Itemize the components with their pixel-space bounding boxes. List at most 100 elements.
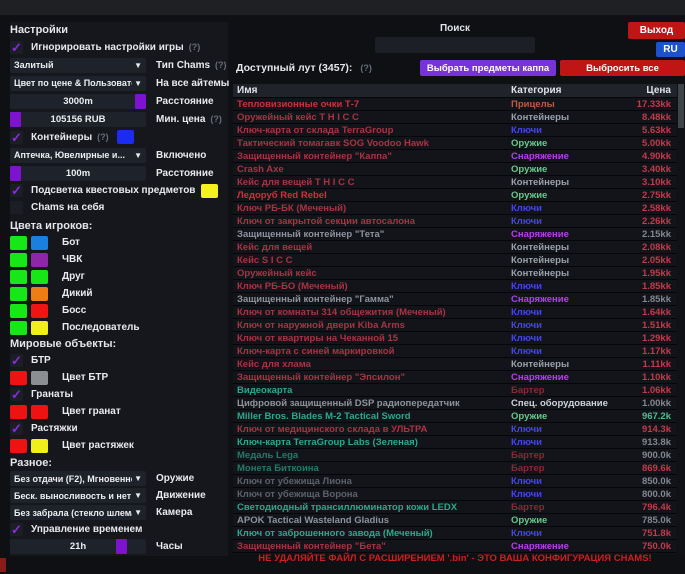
select-kappa-items-button[interactable]: Выбрать предметы каппа — [420, 60, 556, 76]
table-row[interactable]: Защищенный контейнер "Тета"Снаряжение2.1… — [233, 228, 677, 241]
table-row[interactable]: Оружейный кейсКонтейнеры1.95kk — [233, 267, 677, 280]
containers-row[interactable]: ✓ Контейнеры (?) — [10, 128, 228, 146]
table-row[interactable]: Защищенный контейнер "Эпсилон"Снаряжение… — [233, 371, 677, 384]
chams-type-dropdown[interactable]: Залитый ▼ — [10, 58, 146, 73]
hours-slider[interactable]: 21h — [10, 539, 146, 554]
btr-color-swatch-2[interactable] — [31, 371, 48, 385]
scrollbar-thumb[interactable] — [678, 84, 684, 128]
table-row[interactable]: Защищенный контейнер "Гамма"Снаряжение1.… — [233, 293, 677, 306]
table-row[interactable]: Ключ-карта от склада TerraGroupКлючи5.63… — [233, 124, 677, 137]
table-row[interactable]: Ключ от заброшенного завода (Меченый)Клю… — [233, 527, 677, 540]
weapon-dropdown[interactable]: Без отдачи (F2), Мгновенное п ▼ — [10, 471, 146, 486]
slider-handle[interactable] — [10, 112, 21, 127]
table-row[interactable]: Кейс S I C CКонтейнеры2.05kk — [233, 254, 677, 267]
checkbox-unchecked-icon[interactable]: ✓ — [10, 201, 23, 214]
player-color-swatch-1[interactable] — [10, 304, 27, 318]
min-price-slider[interactable]: 105156 RUB — [10, 112, 146, 127]
table-row[interactable]: Цифровой защищенный DSP радиопередатчикС… — [233, 397, 677, 410]
table-row[interactable]: Ключ от закрытой секции автосалонаКлючи2… — [233, 215, 677, 228]
checkbox-checked-icon[interactable]: ✓ — [10, 388, 23, 401]
camera-dropdown[interactable]: Без забрала (стекло шлема) ▼ — [10, 505, 146, 520]
player-color-swatch-2[interactable] — [31, 304, 48, 318]
table-row[interactable]: Ключ от убежища ЛионаКлючи850.0k — [233, 475, 677, 488]
table-row[interactable]: Тактический томагавк SOG Voodoo HawkОруж… — [233, 137, 677, 150]
table-row[interactable]: Монета БиткоинаБартер869.6k — [233, 462, 677, 475]
help-icon[interactable]: (?) — [189, 42, 201, 52]
distance-slider[interactable]: 3000m — [10, 94, 146, 109]
tripwire-row[interactable]: ✓ Растяжки — [10, 420, 228, 437]
checkbox-checked-icon[interactable]: ✓ — [10, 523, 23, 536]
table-row[interactable]: Crash AxeОружие3.40kk — [233, 163, 677, 176]
quest-color-swatch[interactable] — [201, 184, 218, 198]
table-row[interactable]: Медаль LegaБартер900.0k — [233, 449, 677, 462]
player-color-swatch-1[interactable] — [10, 236, 27, 250]
table-row[interactable]: Ключ РБ-БК (Меченый)Ключи2.58kk — [233, 202, 677, 215]
column-header-price[interactable]: Цена — [613, 85, 677, 96]
checkbox-checked-icon[interactable]: ✓ — [10, 422, 23, 435]
table-row[interactable]: Защищенный контейнер "Бета"Снаряжение750… — [233, 540, 677, 553]
table-row[interactable]: Тепловизионные очки Т-7Прицелы17.33kk — [233, 98, 677, 111]
checkbox-checked-icon[interactable]: ✓ — [10, 354, 23, 367]
search-input[interactable] — [375, 37, 535, 53]
tripwire-color-swatch-1[interactable] — [10, 439, 27, 453]
color-mode-dropdown[interactable]: Цвет по цене & Пользователь ▼ — [10, 76, 146, 91]
column-header-category[interactable]: Категория — [511, 85, 613, 96]
checkbox-checked-icon[interactable]: ✓ — [10, 184, 23, 197]
player-color-swatch-2[interactable] — [31, 270, 48, 284]
btr-color-swatch-1[interactable] — [10, 371, 27, 385]
table-row[interactable]: Ключ от комнаты 314 общежития (Меченый)К… — [233, 306, 677, 319]
help-icon[interactable]: (?) — [360, 63, 372, 73]
checkbox-checked-icon[interactable]: ✓ — [10, 41, 23, 54]
slider-handle[interactable] — [10, 166, 21, 181]
player-color-swatch-2[interactable] — [31, 253, 48, 267]
tripwire-color-swatch-2[interactable] — [31, 439, 48, 453]
player-color-swatch-2[interactable] — [31, 236, 48, 250]
table-row[interactable]: Светодиодный трансиллюминатор кожи LEDXБ… — [233, 501, 677, 514]
ignore-game-settings-row[interactable]: ✓ Игнорировать настройки игры (?) — [10, 38, 228, 56]
grenade-color-swatch-1[interactable] — [10, 405, 27, 419]
language-button[interactable]: RU — [656, 42, 685, 57]
table-row[interactable]: Ключ от медицинского склада в УЛЬТРАКлюч… — [233, 423, 677, 436]
containers-color-swatch[interactable] — [117, 130, 134, 144]
column-header-name[interactable]: Имя — [233, 85, 511, 96]
table-row[interactable]: Ключ-карта с синей маркировкойКлючи1.17k… — [233, 345, 677, 358]
player-color-swatch-1[interactable] — [10, 270, 27, 284]
grenades-row[interactable]: ✓ Гранаты — [10, 386, 228, 403]
table-row[interactable]: Ледоруб Red RebelОружие2.75kk — [233, 189, 677, 202]
btr-row[interactable]: ✓ БТР — [10, 352, 228, 369]
self-chams-row[interactable]: ✓ Chams на себя — [10, 199, 228, 216]
table-row[interactable]: Ключ от наружной двери Kiba ArmsКлючи1.5… — [233, 319, 677, 332]
table-row[interactable]: Оружейный кейс Т Н I С СКонтейнеры8.48kk — [233, 111, 677, 124]
table-row[interactable]: Кейс для вещей Т Н I С СКонтейнеры3.10kk — [233, 176, 677, 189]
movement-dropdown[interactable]: Беск. выносливость и нет уста ▼ — [10, 488, 146, 503]
help-icon[interactable]: (?) — [97, 132, 109, 142]
help-icon[interactable]: (?) — [210, 114, 222, 124]
slider-handle[interactable] — [116, 539, 127, 554]
table-scrollbar[interactable] — [678, 84, 684, 554]
player-color-swatch-1[interactable] — [10, 287, 27, 301]
containers-filter-dropdown[interactable]: Аптечка, Ювелирные и... ▼ — [10, 148, 146, 163]
table-row[interactable]: Кейс для вещейКонтейнеры2.08kk — [233, 241, 677, 254]
table-row[interactable]: Miller Bros. Blades M-2 Tactical SwordОр… — [233, 410, 677, 423]
drop-all-button[interactable]: Выбросить все — [560, 60, 685, 76]
exit-button[interactable]: Выход — [628, 22, 685, 39]
containers-distance-slider[interactable]: 100m — [10, 166, 146, 181]
player-color-swatch-2[interactable] — [31, 287, 48, 301]
slider-handle[interactable] — [135, 94, 146, 109]
table-row[interactable]: Кейс для хламаКонтейнеры1.11kk — [233, 358, 677, 371]
player-color-swatch-2[interactable] — [31, 321, 48, 335]
table-row[interactable]: Ключ от убежища ВоронаКлючи800.0k — [233, 488, 677, 501]
player-color-swatch-1[interactable] — [10, 321, 27, 335]
table-row[interactable]: ВидеокартаБартер1.06kk — [233, 384, 677, 397]
table-row[interactable]: APOK Tactical Wasteland GladiusОружие785… — [233, 514, 677, 527]
table-row[interactable]: Защищенный контейнер "Каппа"Снаряжение4.… — [233, 150, 677, 163]
table-row[interactable]: Ключ-карта TerraGroup Labs (Зеленая)Ключ… — [233, 436, 677, 449]
grenade-color-swatch-2[interactable] — [31, 405, 48, 419]
player-color-swatch-1[interactable] — [10, 253, 27, 267]
quest-highlight-row[interactable]: ✓ Подсветка квестовых предметов — [10, 182, 228, 199]
checkbox-checked-icon[interactable]: ✓ — [10, 131, 23, 144]
table-row[interactable]: Ключ РБ-БО (Меченый)Ключи1.85kk — [233, 280, 677, 293]
table-row[interactable]: Ключ от квартиры на Чеканной 15Ключи1.29… — [233, 332, 677, 345]
time-control-row[interactable]: ✓ Управление временем — [10, 521, 228, 538]
help-icon[interactable]: (?) — [215, 60, 227, 70]
